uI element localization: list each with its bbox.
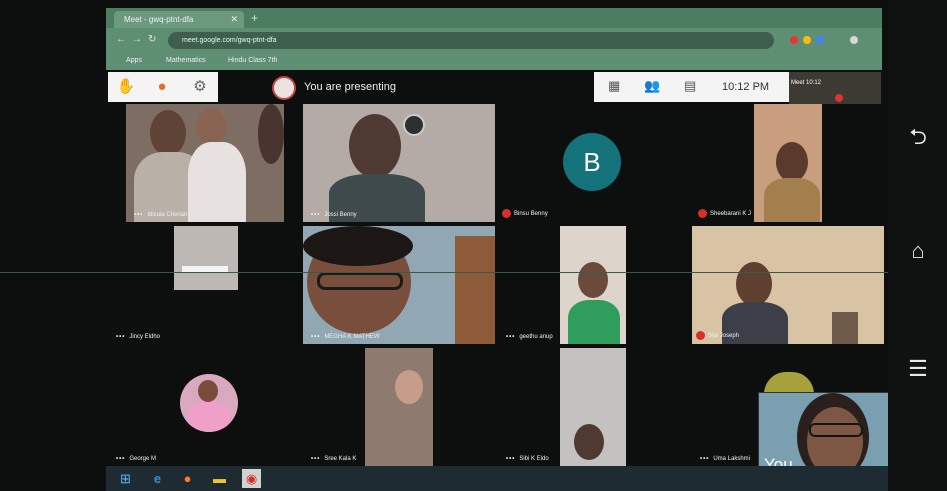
video-figure	[776, 142, 808, 182]
grid-layout-icon[interactable]: ▦	[608, 78, 620, 94]
video-figure	[403, 114, 425, 136]
url-text: meet.google.com/gwq-ptnt-dfa	[182, 37, 277, 44]
participant-tile[interactable]: ••• Jossi Benny	[303, 104, 495, 222]
file-explorer-icon[interactable]: ▬	[210, 469, 229, 488]
more-options-icon: •••	[700, 456, 710, 462]
more-options-icon: •••	[506, 334, 516, 340]
reload-icon[interactable]: ↻	[148, 34, 156, 45]
home-icon[interactable]: ⌂	[905, 238, 931, 264]
address-bar[interactable]: meet.google.com/gwq-ptnt-dfa	[168, 32, 774, 49]
extension-icon[interactable]	[790, 36, 798, 44]
scan-line	[0, 272, 947, 273]
muted-mic-icon	[835, 94, 843, 102]
extension-icon[interactable]	[816, 36, 824, 44]
video-figure	[196, 108, 226, 146]
participant-tile[interactable]: ••• Sree Kala K	[303, 348, 495, 466]
raise-hand-icon[interactable]: ✋	[116, 77, 136, 97]
participant-tile[interactable]: ••• Jincy Eldho	[108, 226, 300, 344]
video-figure	[198, 380, 218, 402]
video-figure	[303, 226, 413, 266]
video-figure	[258, 104, 284, 164]
more-options-icon: •••	[506, 456, 516, 462]
meet-controls-panel: ▦ 👥 ▤ 10:12 PM	[594, 72, 789, 102]
windows-start-icon[interactable]: ⊞	[116, 469, 135, 488]
video-figure	[349, 114, 401, 178]
recents-icon[interactable]: ☰	[905, 356, 931, 382]
tab-close-icon[interactable]: ✕	[230, 11, 238, 28]
more-options-icon: •••	[311, 212, 321, 218]
edge-icon[interactable]: e	[148, 469, 167, 488]
bookmark-mathematics[interactable]: Mathematics	[166, 57, 206, 64]
browser-window: Meet - gwq-ptnt-dfa ✕ + ← → ↻ meet.googl…	[106, 8, 882, 70]
video-figure	[188, 402, 230, 432]
participant-tile[interactable]: Sheebarani K J	[694, 104, 822, 222]
pip-tile[interactable]: Meet 10:12	[789, 72, 881, 104]
participant-avatar-initial: B	[563, 133, 621, 191]
video-figure	[188, 142, 246, 222]
participant-tile[interactable]: ••• Idicula Cherian	[126, 104, 284, 222]
people-icon[interactable]: 👥	[644, 78, 660, 94]
video-figure	[764, 178, 820, 222]
participant-name: ••• Sibi K Eldo	[506, 456, 549, 462]
firefox-icon[interactable]: ●	[178, 469, 197, 488]
settings-gear-icon[interactable]: ⚙	[190, 77, 210, 97]
participant-name: ••• Sree Kala K	[311, 456, 357, 462]
participant-name: ••• Jossi Benny	[311, 212, 357, 218]
participant-tile[interactable]: ••• MEGHA K MATHEW	[303, 226, 495, 344]
tab-title: Meet - gwq-ptnt-dfa	[124, 15, 194, 24]
pip-text: Meet 10:12	[791, 80, 822, 86]
video-figure	[578, 262, 608, 298]
chat-icon[interactable]: ▤	[684, 78, 696, 94]
more-options-icon: •••	[116, 456, 126, 462]
muted-mic-icon	[698, 209, 707, 218]
new-tab-button[interactable]: +	[251, 11, 258, 25]
tab-bar: Meet - gwq-ptnt-dfa ✕ +	[106, 8, 882, 28]
video-figure	[736, 262, 772, 306]
bookmark-hindu-class[interactable]: Hindu Class 7th	[228, 57, 277, 64]
participant-name: ••• Jincy Eldho	[116, 334, 160, 340]
participant-tile[interactable]: Sija Joseph	[692, 226, 884, 344]
forward-arrow-icon[interactable]: →	[132, 34, 142, 45]
muted-mic-icon	[502, 209, 511, 218]
more-options-icon: •••	[311, 456, 321, 462]
more-options-icon: •••	[116, 334, 126, 340]
participant-avatar-icon[interactable]: ●	[152, 77, 172, 97]
participant-tile[interactable]: ••• Uma Lakshmi	[692, 348, 756, 466]
meet-tools-panel: ✋ ● ⚙	[108, 72, 218, 102]
video-figure	[150, 110, 186, 156]
presenter-avatar	[272, 76, 296, 100]
url-row: ← → ↻ meet.google.com/gwq-ptnt-dfa	[106, 30, 882, 52]
presenting-text: You are presenting	[304, 81, 396, 93]
video-figure	[568, 300, 620, 344]
back-icon[interactable]: ⮌	[905, 124, 931, 150]
participant-name: Sija Joseph	[696, 331, 739, 340]
back-arrow-icon[interactable]: ←	[116, 34, 126, 45]
participant-tile[interactable]: ••• geethu anup	[498, 226, 688, 344]
participant-tile[interactable]: ••• Sibi K Eldo	[498, 348, 688, 466]
bookmark-apps[interactable]: Apps	[126, 57, 142, 64]
browser-tab[interactable]: Meet - gwq-ptnt-dfa ✕	[114, 11, 244, 28]
participant-name: ••• Idicula Cherian	[134, 212, 188, 218]
video-figure	[395, 370, 423, 404]
participant-tile[interactable]: ••• George M	[108, 348, 300, 466]
participant-name: ••• Uma Lakshmi	[700, 456, 750, 462]
chrome-icon[interactable]: ◉	[242, 469, 261, 488]
extension-icon[interactable]	[803, 36, 811, 44]
meeting-clock: 10:12 PM	[722, 81, 770, 93]
profile-avatar[interactable]	[850, 36, 858, 44]
more-options-icon: •••	[134, 212, 144, 218]
video-figure	[574, 424, 604, 460]
windows-taskbar: ⊞ e ● ▬ ◉	[106, 466, 888, 491]
participant-name: ••• George M	[116, 456, 156, 462]
participant-name: Sheebarani K J	[698, 209, 751, 218]
participant-name: ••• MEGHA K MATHEW	[311, 334, 380, 340]
bookmarks-bar: Apps Mathematics Hindu Class 7th	[106, 54, 882, 70]
participant-name: Binsu Benny	[502, 209, 548, 218]
participant-name: ••• geethu anup	[506, 334, 553, 340]
more-options-icon: •••	[311, 334, 321, 340]
muted-mic-icon	[696, 331, 705, 340]
